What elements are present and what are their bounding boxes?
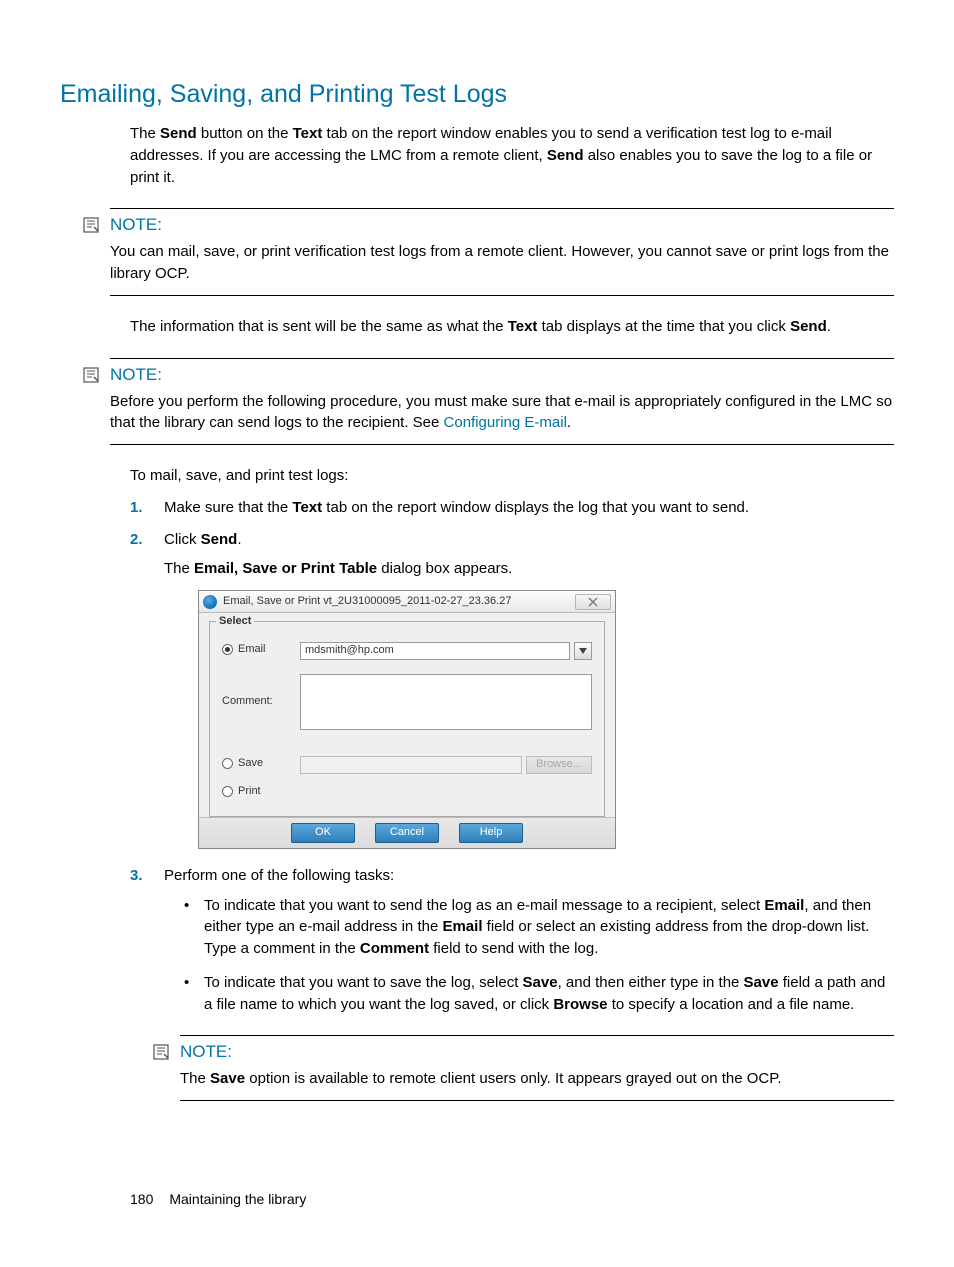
bullet-save: To indicate that you want to save the lo… [184, 972, 894, 1016]
page-footer: 180 Maintaining the library [130, 1191, 894, 1207]
email-field[interactable]: mdsmith@hp.com [300, 642, 570, 660]
email-dropdown-button[interactable] [574, 642, 592, 660]
note-block-3: NOTE: The Save option is available to re… [180, 1035, 894, 1101]
save-radio-label: Save [238, 756, 263, 772]
page-number: 180 [130, 1191, 153, 1207]
lead-paragraph: To mail, save, and print test logs: [130, 465, 894, 487]
cancel-button[interactable]: Cancel [375, 823, 439, 843]
comment-label: Comment: [222, 694, 273, 710]
intro-paragraph: The Send button on the Text tab on the r… [130, 123, 894, 188]
note-body: You can mail, save, or print verificatio… [110, 241, 894, 285]
select-fieldset: Select Email mdsmith@hp.com [209, 621, 605, 817]
note-label: NOTE: [110, 365, 894, 385]
note-icon [152, 1042, 172, 1062]
note-block-1: NOTE: You can mail, save, or print verif… [110, 208, 894, 296]
note-label: NOTE: [110, 215, 894, 235]
step-2: Click Send. The Email, Save or Print Tab… [130, 529, 894, 849]
note-label: NOTE: [180, 1042, 894, 1062]
save-path-field[interactable] [300, 756, 522, 774]
save-radio[interactable] [222, 758, 233, 769]
note-block-2: NOTE: Before you perform the following p… [110, 358, 894, 446]
fieldset-legend: Select [216, 614, 254, 630]
email-radio-label: Email [238, 642, 266, 658]
print-radio-label: Print [238, 784, 261, 800]
note-icon [82, 365, 102, 385]
note-icon [82, 215, 102, 235]
dialog-title-text: Email, Save or Print vt_2U31000095_2011-… [223, 594, 575, 610]
section-title: Maintaining the library [169, 1191, 306, 1207]
close-button[interactable] [575, 594, 611, 610]
print-radio[interactable] [222, 786, 233, 797]
browse-button[interactable]: Browse... [526, 756, 592, 774]
page-heading: Emailing, Saving, and Printing Test Logs [60, 80, 894, 109]
ok-button[interactable]: OK [291, 823, 355, 843]
configuring-email-link[interactable]: Configuring E-mail [444, 414, 567, 431]
step-3: Perform one of the following tasks: To i… [130, 865, 894, 1016]
note-body: The Save option is available to remote c… [180, 1068, 894, 1090]
step-1: Make sure that the Text tab on the repor… [130, 497, 894, 519]
mid-paragraph: The information that is sent will be the… [130, 316, 894, 338]
comment-field[interactable] [300, 674, 592, 730]
bullet-email: To indicate that you want to send the lo… [184, 895, 894, 960]
hp-logo-icon [203, 595, 217, 609]
dialog-titlebar: Email, Save or Print vt_2U31000095_2011-… [199, 591, 615, 613]
help-button[interactable]: Help [459, 823, 523, 843]
email-radio[interactable] [222, 644, 233, 655]
email-save-print-dialog: Email, Save or Print vt_2U31000095_2011-… [198, 590, 616, 849]
note-body: Before you perform the following procedu… [110, 391, 894, 435]
